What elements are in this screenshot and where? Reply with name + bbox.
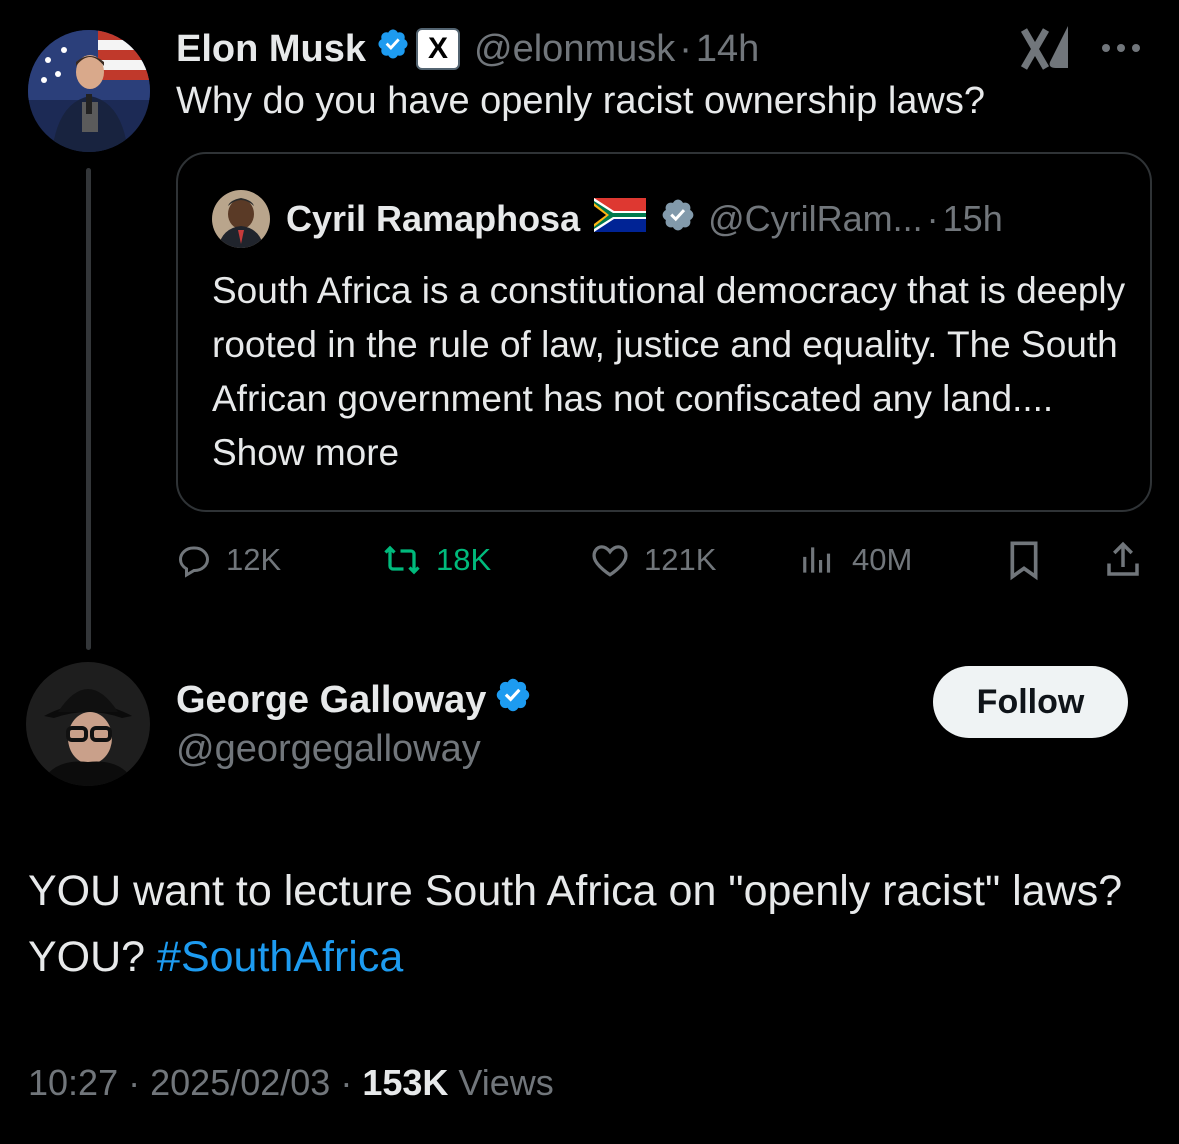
parent-tweet-text: Why do you have openly racist ownership … xyxy=(176,80,985,122)
quoted-tweet-header: Cyril Ramaphosa @CyrilRam... · 15h xyxy=(212,190,1003,248)
views-label: Views xyxy=(458,1062,554,1103)
follow-button[interactable]: Follow xyxy=(933,666,1128,738)
quoted-tweet-text: South Africa is a constitutional democra… xyxy=(212,264,1132,480)
bookmark-button[interactable] xyxy=(1004,532,1058,588)
quoted-author-handle[interactable]: @CyrilRam... xyxy=(708,198,923,240)
reply-author-name[interactable]: George Galloway xyxy=(176,679,486,722)
views-total: 153K xyxy=(362,1062,449,1103)
reply-author-handle[interactable]: @georgegalloway xyxy=(176,728,481,771)
views-button[interactable]: 40M xyxy=(800,532,912,588)
views-count: 40M xyxy=(852,542,913,577)
thread-connector-line xyxy=(86,168,91,650)
like-count: 121K xyxy=(644,542,717,577)
like-button[interactable]: 121K xyxy=(590,532,716,588)
tweet-metadata: 10:27 · 2025/02/03 · 153K Views xyxy=(28,1062,554,1104)
reply-button[interactable]: 12K xyxy=(176,532,281,588)
author-handle[interactable]: @elonmusk xyxy=(474,28,675,71)
show-more-link[interactable]: Show more xyxy=(212,432,399,473)
avatar-george-galloway[interactable] xyxy=(26,662,150,786)
avatar-elon-musk[interactable] xyxy=(28,30,150,152)
quoted-tweet-body: South Africa is a constitutional democra… xyxy=(212,270,1126,419)
verified-badge-icon xyxy=(494,676,532,724)
retweet-button[interactable]: 18K xyxy=(382,532,491,588)
share-button[interactable] xyxy=(1102,532,1158,588)
reply-count: 12K xyxy=(226,542,282,577)
separator: · xyxy=(340,1062,353,1103)
quoted-timestamp[interactable]: 15h xyxy=(943,198,1003,240)
avatar-cyril-ramaphosa xyxy=(212,190,270,248)
reply-tweet-text: YOU want to lecture South Africa on "ope… xyxy=(28,858,1158,990)
separator: · xyxy=(128,1062,141,1103)
quoted-tweet-card[interactable]: Cyril Ramaphosa @CyrilRam... · 15h South… xyxy=(176,152,1152,512)
bookmark-icon xyxy=(1010,541,1038,581)
more-options-icon[interactable] xyxy=(1102,38,1148,58)
timestamp[interactable]: 14h xyxy=(696,28,759,71)
reply-icon xyxy=(178,546,210,578)
post-date[interactable]: 2025/02/03 xyxy=(150,1062,330,1103)
government-verified-badge-icon xyxy=(660,197,696,242)
parent-tweet-header: Elon Musk X @elonmusk · 14h xyxy=(176,24,759,74)
hashtag-link[interactable]: #SouthAfrica xyxy=(157,933,403,981)
author-name[interactable]: Elon Musk xyxy=(176,28,366,71)
verified-badge-icon xyxy=(376,27,410,71)
separator: · xyxy=(679,27,692,70)
affiliate-x-badge-icon[interactable]: X xyxy=(416,28,461,70)
views-chart-icon xyxy=(803,547,831,573)
share-icon xyxy=(1107,541,1139,576)
post-time[interactable]: 10:27 xyxy=(28,1062,118,1103)
heart-icon xyxy=(592,545,628,577)
grok-icon[interactable] xyxy=(1020,22,1074,76)
retweet-icon xyxy=(384,545,420,575)
flag-south-africa-icon xyxy=(594,197,647,241)
tweet-actions-bar: 12K 18K 121K 40M xyxy=(176,532,1151,588)
quoted-author-name[interactable]: Cyril Ramaphosa xyxy=(286,198,580,240)
retweet-count: 18K xyxy=(436,542,492,577)
separator: · xyxy=(926,198,939,239)
reply-author-name-row: George Galloway xyxy=(176,676,532,724)
